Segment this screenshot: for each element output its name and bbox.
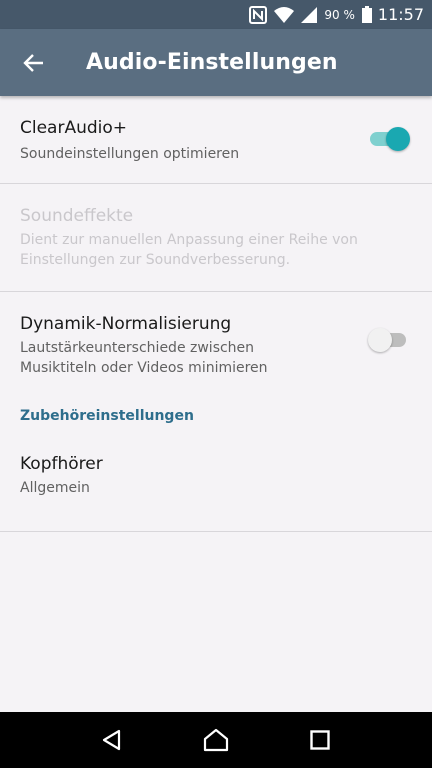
clearaudio-toggle[interactable]	[368, 125, 410, 151]
setting-title: Dynamik-Normalisierung	[20, 314, 232, 334]
setting-summary: Soundeinstellungen optimieren	[20, 146, 240, 162]
navigation-bar	[0, 712, 432, 768]
signal-icon	[301, 6, 318, 23]
nav-recents-button[interactable]	[296, 716, 344, 764]
settings-list: ClearAudio+ Soundeinstellungen optimiere…	[0, 96, 432, 532]
section-header-zubehoer: Zubehöreinstellungen	[20, 408, 194, 424]
toggle-thumb	[386, 127, 410, 151]
toggle-thumb	[368, 328, 392, 352]
setting-dynamik-normalisierung[interactable]: Dynamik-Normalisierung Lautstärkeuntersc…	[0, 292, 432, 378]
setting-kopfhoerer[interactable]: Kopfhörer Allgemein	[0, 442, 432, 532]
setting-title: ClearAudio+	[20, 118, 128, 138]
page-title: Audio-Einstellungen	[86, 50, 338, 75]
setting-soundeffekte: Soundeffekte Dient zur manuellen Anpassu…	[0, 184, 432, 292]
setting-title: Soundeffekte	[20, 206, 134, 226]
setting-title: Kopfhörer	[20, 454, 103, 474]
nav-back-button[interactable]	[88, 716, 136, 764]
back-button[interactable]	[16, 45, 52, 81]
dynamik-toggle[interactable]	[368, 326, 410, 352]
arrow-back-icon	[23, 53, 43, 72]
status-bar: 90 % 11:57	[0, 0, 432, 29]
nfc-icon	[249, 5, 268, 24]
home-icon	[203, 728, 229, 752]
battery-percent: 90 %	[324, 7, 355, 22]
setting-summary: Dient zur manuellen Anpassung einer Reih…	[20, 232, 358, 268]
wifi-icon	[274, 6, 295, 23]
battery-icon	[361, 6, 372, 23]
clock: 11:57	[377, 5, 424, 24]
setting-summary: Allgemein	[20, 480, 90, 496]
app-bar: Audio-Einstellungen	[0, 29, 432, 96]
nav-home-button[interactable]	[192, 716, 240, 764]
setting-summary: Lautstärkeunterschiede zwischen Musiktit…	[20, 340, 268, 376]
setting-clearaudio[interactable]: ClearAudio+ Soundeinstellungen optimiere…	[0, 96, 432, 184]
recents-icon	[310, 730, 330, 750]
back-triangle-icon	[102, 729, 121, 751]
